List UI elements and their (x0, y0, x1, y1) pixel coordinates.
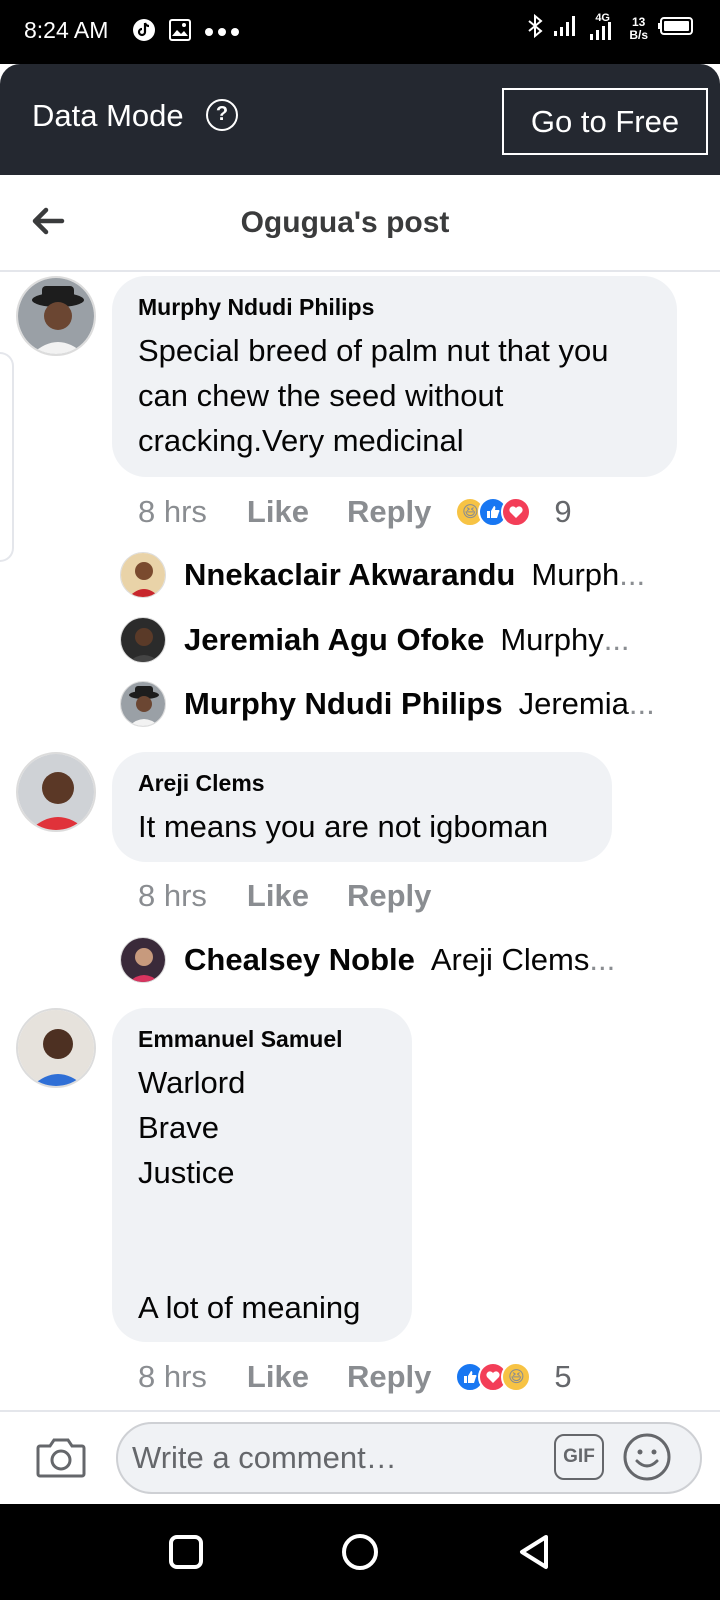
status-bar: 8:24 AM 4G 13 B/s (0, 0, 720, 64)
reply-author: Murphy Ndudi Philips (184, 686, 503, 721)
like-button[interactable]: Like (247, 878, 309, 914)
reply-preview[interactable]: Jeremiah Agu Ofoke Murphy ... (120, 617, 680, 663)
side-panel-edge (0, 352, 14, 562)
more-dots-icon (204, 24, 240, 42)
comment-time[interactable]: 8 hrs (138, 494, 207, 530)
back-icon[interactable] (514, 1532, 554, 1572)
reply-preview[interactable]: Chealsey Noble Areji Clems ... (120, 937, 680, 983)
comment-input-box[interactable]: GIF (116, 1422, 702, 1494)
reaction-count: 5 (554, 1359, 572, 1394)
reply-text: Areji Clems (430, 942, 590, 977)
reply-button[interactable]: Reply (347, 1359, 431, 1395)
network-speed: 13 B/s (629, 14, 648, 42)
comment-bubble[interactable]: Murphy Ndudi Philips Special breed of pa… (112, 276, 677, 477)
page-title: Ogugua's post (240, 206, 450, 239)
reply-preview[interactable]: Nnekaclair Akwarandu Murph ... (120, 552, 680, 598)
status-time: 8:24 AM (24, 17, 109, 43)
comment-composer: GIF (0, 1410, 720, 1504)
data-mode-title: Data Mode (32, 98, 184, 133)
go-to-free-button[interactable]: Go to Free (502, 88, 708, 155)
reply-author: Nnekaclair Akwarandu (184, 557, 516, 592)
home-icon[interactable] (340, 1532, 380, 1572)
reply-ellipsis: ... (589, 942, 616, 977)
reply-ellipsis: ... (603, 622, 630, 657)
system-icons: 4G 13 B/s (527, 12, 694, 43)
reply-text: Murphy (500, 622, 604, 657)
reaction-summary[interactable]: 😆 (455, 497, 532, 527)
comment-text: Warlord Brave Justice A lot of meaning (138, 1065, 361, 1325)
comment-author[interactable]: Emmanuel Samuel (138, 1026, 386, 1053)
bluetooth-icon (527, 13, 543, 43)
comment-text: It means you are not igboman (138, 809, 549, 844)
reaction-summary[interactable]: 😆 (455, 1362, 532, 1392)
comment-time[interactable]: 8 hrs (138, 878, 207, 914)
battery-icon (658, 16, 694, 41)
avatar (120, 617, 166, 663)
comment-text: Special breed of palm nut that you can c… (138, 333, 609, 458)
reply-button[interactable]: Reply (347, 494, 431, 530)
comment-author[interactable]: Murphy Ndudi Philips (138, 294, 651, 321)
tiktok-icon (132, 18, 156, 47)
reply-text: Murph (531, 557, 620, 592)
comment-actions: 8 hrs Like Reply 😆 9 (138, 494, 572, 530)
comment-actions: 8 hrs Like Reply 😆 5 (138, 1359, 572, 1395)
like-button[interactable]: Like (247, 494, 309, 530)
comment-time[interactable]: 8 hrs (138, 1359, 207, 1395)
emoji-icon[interactable] (622, 1432, 672, 1482)
reaction-count: 9 (554, 494, 572, 529)
recent-apps-icon[interactable] (166, 1532, 206, 1572)
reply-ellipsis: ... (628, 686, 655, 721)
notification-icons (132, 18, 240, 47)
reply-preview[interactable]: Murphy Ndudi Philips Jeremia ... (120, 681, 680, 727)
avatar (120, 681, 166, 727)
reply-text: Jeremia (518, 686, 629, 721)
love-reaction-icon (501, 497, 532, 527)
comment-input[interactable] (132, 1436, 532, 1480)
haha-reaction-icon: 😆 (501, 1362, 532, 1392)
post-header: Ogugua's post (0, 175, 720, 272)
signal-icon (553, 15, 579, 42)
avatar (120, 937, 166, 983)
help-icon[interactable]: ? (206, 99, 238, 131)
gallery-icon (168, 18, 192, 47)
signal-4g-icon: 4G (589, 12, 619, 42)
comment-bubble[interactable]: Emmanuel Samuel Warlord Brave Justice A … (112, 1008, 412, 1342)
avatar[interactable] (16, 1008, 96, 1088)
camera-icon[interactable] (36, 1434, 86, 1480)
avatar[interactable] (16, 276, 96, 356)
system-nav-bar (0, 1504, 720, 1600)
reply-ellipsis: ... (619, 557, 646, 592)
avatar[interactable] (16, 752, 96, 832)
reply-author: Chealsey Noble (184, 942, 415, 977)
comment-bubble[interactable]: Areji Clems It means you are not igboman (112, 752, 612, 862)
comment-actions: 8 hrs Like Reply (138, 878, 469, 914)
data-mode-bar: Data Mode ? Go to Free (0, 64, 720, 175)
comment-author[interactable]: Areji Clems (138, 770, 586, 797)
gif-button[interactable]: GIF (554, 1434, 604, 1480)
like-button[interactable]: Like (247, 1359, 309, 1395)
reply-author: Jeremiah Agu Ofoke (184, 622, 485, 657)
avatar (120, 552, 166, 598)
reply-button[interactable]: Reply (347, 878, 431, 914)
